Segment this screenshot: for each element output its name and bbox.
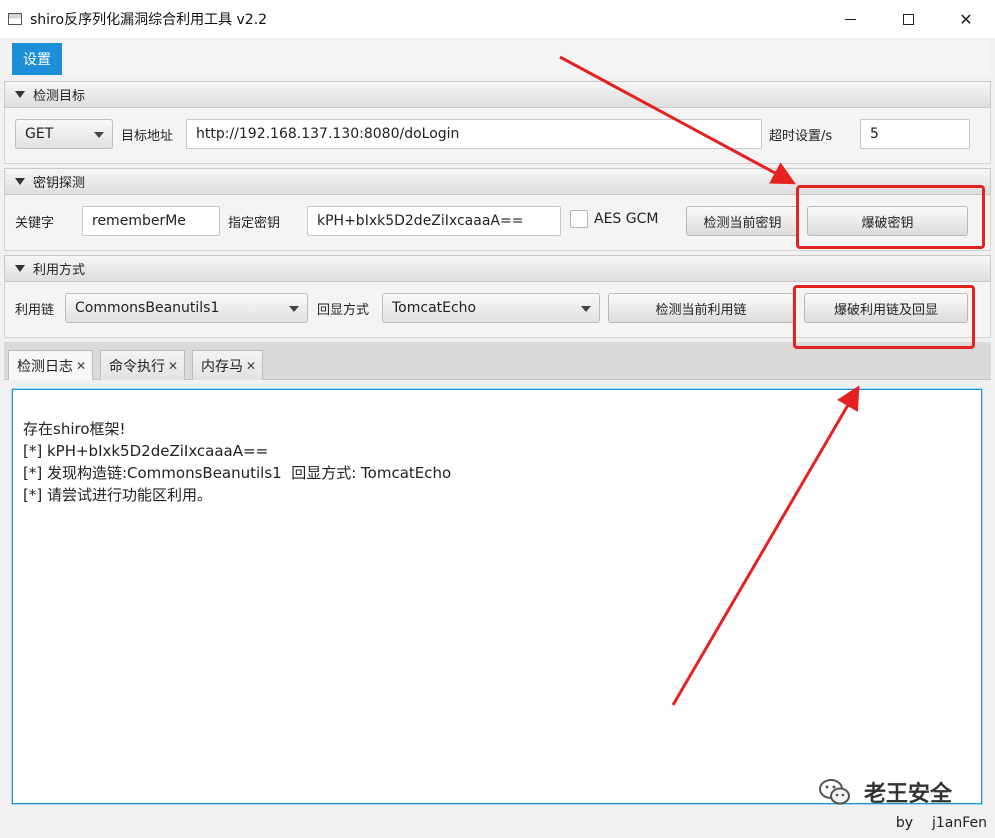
annotation-box-brute-chain <box>793 285 975 349</box>
check-chain-button[interactable]: 检测当前利用链 <box>608 293 794 323</box>
keyword-input[interactable]: rememberMe <box>82 206 220 236</box>
chain-select[interactable]: CommonsBeanutils1 <box>65 293 308 323</box>
chain-label: 利用链 <box>15 303 55 318</box>
close-icon: ✕ <box>959 9 973 29</box>
app-icon <box>8 13 22 25</box>
log-line: 存在shiro框架! <box>23 420 126 438</box>
tab-memshell[interactable]: 内存马 ✕ <box>192 350 264 380</box>
watermark: 老王安全 <box>818 776 952 808</box>
menu-bar: 设置 <box>8 40 990 76</box>
chain-select-value: CommonsBeanutils1 <box>75 300 220 316</box>
chevron-down-icon <box>289 306 299 312</box>
section-header-target[interactable]: 检测目标 <box>4 81 991 108</box>
chevron-down-icon <box>94 132 104 138</box>
collapse-triangle-icon <box>15 265 25 272</box>
tab-label: 命令执行 <box>109 358 165 375</box>
echo-select[interactable]: TomcatEcho <box>382 293 600 323</box>
menu-settings[interactable]: 设置 <box>12 43 62 75</box>
keyword-label: 关键字 <box>15 216 55 231</box>
log-line: [*] kPH+bIxk5D2deZiIxcaaaA== <box>23 442 269 460</box>
tab-label: 内存马 <box>201 358 243 375</box>
key-label: 指定密钥 <box>228 216 281 231</box>
maximize-button[interactable] <box>879 0 937 38</box>
close-icon[interactable]: ✕ <box>246 359 256 373</box>
annotation-box-brute-key <box>796 185 985 249</box>
aes-gcm-label: AES GCM <box>594 211 659 227</box>
window-title: shiro反序列化漏洞综合利用工具 v2.2 <box>30 12 268 28</box>
echo-label: 回显方式 <box>317 303 370 318</box>
minimize-icon <box>844 18 856 20</box>
close-icon[interactable]: ✕ <box>168 359 178 373</box>
url-input[interactable]: http://192.168.137.130:8080/doLogin <box>186 119 762 149</box>
method-select[interactable]: GET <box>15 119 113 149</box>
close-icon[interactable]: ✕ <box>76 359 86 373</box>
tab-detect-log[interactable]: 检测日志 ✕ <box>8 350 94 380</box>
check-key-button[interactable]: 检测当前密钥 <box>686 206 799 236</box>
footer-author: j1anFen <box>931 815 987 831</box>
aes-gcm-checkbox[interactable] <box>570 210 588 228</box>
section-title-key: 密钥探测 <box>33 176 86 191</box>
maximize-icon <box>902 13 914 25</box>
section-header-exploit[interactable]: 利用方式 <box>4 255 991 282</box>
title-bar: shiro反序列化漏洞综合利用工具 v2.2 ✕ <box>0 0 995 38</box>
wechat-icon <box>819 779 850 805</box>
key-input[interactable]: kPH+bIxk5D2deZiIxcaaaA== <box>307 206 561 236</box>
chevron-down-icon <box>581 306 591 312</box>
section-title-target: 检测目标 <box>33 89 86 104</box>
collapse-triangle-icon <box>15 91 25 98</box>
log-textarea[interactable]: 存在shiro框架! [*] kPH+bIxk5D2deZiIxcaaaA== … <box>12 389 982 804</box>
timeout-input[interactable]: 5 <box>860 119 970 149</box>
echo-select-value: TomcatEcho <box>392 300 477 316</box>
minimize-button[interactable] <box>821 0 879 38</box>
method-select-value: GET <box>25 126 54 142</box>
watermark-text: 老王安全 <box>864 782 953 807</box>
log-line: [*] 请尝试进行功能区利用。 <box>23 486 212 504</box>
log-line: [*] 发现构造链:CommonsBeanutils1 回显方式: Tomcat… <box>23 464 452 482</box>
close-button[interactable]: ✕ <box>937 0 995 38</box>
section-body-target: GET 目标地址 http://192.168.137.130:8080/doL… <box>4 108 991 164</box>
section-title-exploit: 利用方式 <box>33 263 86 278</box>
footer-by: by <box>895 815 913 831</box>
url-label: 目标地址 <box>121 129 174 144</box>
tab-label: 检测日志 <box>17 358 73 375</box>
tab-command-exec[interactable]: 命令执行 ✕ <box>100 350 186 380</box>
window-controls: ✕ <box>821 0 995 38</box>
timeout-label: 超时设置/s <box>769 129 833 144</box>
collapse-triangle-icon <box>15 178 25 185</box>
